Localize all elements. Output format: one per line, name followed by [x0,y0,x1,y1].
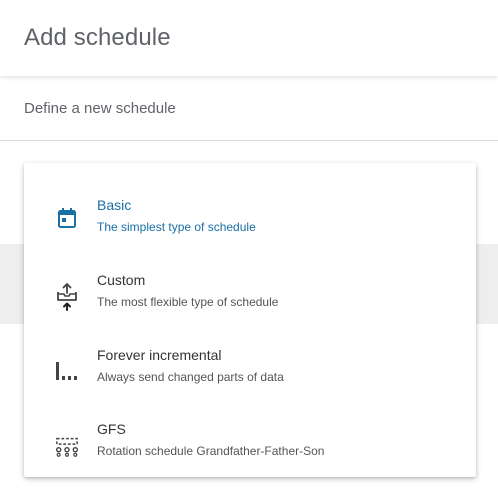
menu-item-description: The most flexible type of schedule [97,295,279,309]
menu-item-title: Custom [97,272,146,288]
schedule-type-menu: Basic The simplest type of schedule Cust… [24,163,476,477]
menu-item-forever-incremental[interactable]: Forever incremental Always send changed … [24,337,476,399]
add-schedule-dialog: Add schedule Define a new schedule Basic… [0,0,498,492]
menu-item-title: Basic [97,197,132,213]
menu-item-basic[interactable]: Basic The simplest type of schedule [24,187,476,249]
calendar-icon [55,206,79,230]
menu-item-custom[interactable]: Custom The most flexible type of schedul… [24,262,476,324]
menu-item-description: Rotation schedule Grandfather-Father-Son [97,444,325,458]
dialog-title: Add schedule [24,24,171,51]
dialog-header: Add schedule [0,0,498,76]
menu-item-title: Forever incremental [97,347,222,363]
menu-item-description: Always send changed parts of data [97,370,284,384]
menu-item-gfs[interactable]: GFS Rotation schedule Grandfather-Father… [24,411,476,473]
menu-item-title: GFS [97,421,126,437]
menu-item-description: The simplest type of schedule [97,220,256,234]
incremental-bars-icon [55,356,79,380]
gfs-hierarchy-icon [55,430,79,457]
divider [0,140,498,141]
inbox-upload-icon [55,281,79,311]
dialog-subtitle: Define a new schedule [24,100,176,117]
